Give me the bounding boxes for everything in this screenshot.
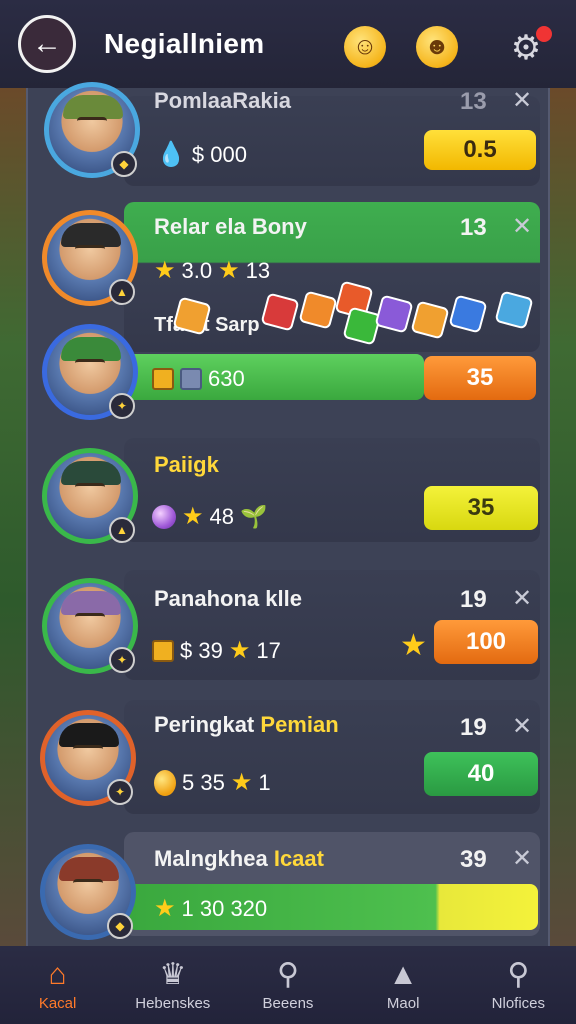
player-name: PomlaaRakia <box>154 88 291 113</box>
map-pin-icon: ▲ <box>388 957 418 991</box>
water-drop-icon: 💧 <box>156 141 186 168</box>
stars-stat: ★ 48 🌱 <box>152 502 267 531</box>
currency-stat: 💧 $ 000 <box>156 141 247 168</box>
player-number: 13 <box>460 214 487 241</box>
player-name: Paiigk <box>154 452 219 477</box>
star-icon: ★ <box>182 503 204 530</box>
stars-stat: ★ 1 30 320 <box>154 895 268 922</box>
page-title: Negiallniem <box>104 28 265 59</box>
score-badge[interactable]: 40 <box>424 752 538 796</box>
nav-item-beeens[interactable]: ⚲ Beeens <box>233 957 343 1012</box>
coins-stat: 5 35 ★ 1 <box>154 768 271 797</box>
crate-icon <box>180 368 202 390</box>
rank-badge-icon: ✦ <box>109 393 135 419</box>
back-button[interactable]: ← <box>18 15 76 73</box>
nav-item-hebenskes[interactable]: ♛ Hebenskes <box>118 957 228 1012</box>
avatar[interactable]: ✦ <box>42 324 138 420</box>
star-icon: ★ <box>230 769 253 796</box>
close-icon[interactable]: ✕ <box>512 584 532 613</box>
star-icon: ★ <box>154 895 176 922</box>
player-number: 19 <box>460 714 487 741</box>
rank-badge-icon: ◆ <box>107 913 133 939</box>
top-bar: ← Negiallniem <box>0 0 576 88</box>
coin-icon <box>154 769 176 796</box>
nav-item-kacal[interactable]: ⌂ Kacal <box>3 957 113 1012</box>
arrow-left-icon: ← <box>32 27 62 60</box>
avatar[interactable]: ▲ <box>42 448 138 544</box>
star-icon: ★ <box>400 629 427 662</box>
plant-pot-icon: 🌱 <box>240 503 268 529</box>
items-stat: 630 <box>152 366 245 392</box>
star-icon: ★ <box>218 257 240 284</box>
rank-badge-icon: ✦ <box>107 779 133 805</box>
rank-badge-icon: ✦ <box>109 647 135 673</box>
score-badge[interactable]: 0.5 <box>424 130 536 170</box>
player-number: 19 <box>460 586 487 613</box>
score-badge[interactable]: 100 <box>434 620 538 664</box>
magnifier-icon: ⚲ <box>507 957 530 991</box>
player-number: 39 <box>460 846 487 873</box>
bottom-nav: ⌂ Kacal ♛ Hebenskes ⚲ Beeens ▲ Maol ⚲ Nl… <box>0 946 576 1024</box>
star-icon: ★ <box>228 637 251 664</box>
avatar[interactable]: ▲ <box>42 210 138 306</box>
nav-item-nlofices[interactable]: ⚲ Nlofices <box>463 957 573 1012</box>
chest-icon <box>152 639 174 662</box>
avatar[interactable]: ✦ <box>40 710 136 806</box>
avatar[interactable]: ✦ <box>42 578 138 674</box>
home-icon: ⌂ <box>48 957 67 991</box>
player-number: 13 <box>460 88 487 115</box>
rank-badge-icon: ▲ <box>109 279 135 305</box>
player-name: Peringkat Pemian <box>154 712 339 737</box>
player-name: Malngkhea Icaat <box>154 846 324 871</box>
background-left <box>0 88 28 946</box>
avatar[interactable]: ◆ <box>44 82 140 178</box>
player-name: Panahona klle <box>154 586 302 611</box>
box-icon <box>152 368 174 390</box>
close-icon[interactable]: ✕ <box>512 86 532 115</box>
avatar[interactable]: ◆ <box>40 844 136 940</box>
rank-badge-icon: ◆ <box>111 151 137 177</box>
background-right <box>548 88 576 946</box>
nav-item-maol[interactable]: ▲ Maol <box>348 957 458 1012</box>
stars-stat: ★ 3.0 ★ 13 <box>154 257 271 284</box>
close-icon[interactable]: ✕ <box>512 712 532 741</box>
close-icon[interactable]: ✕ <box>512 844 532 873</box>
search-icon: ⚲ <box>276 957 299 991</box>
player-name: Relar ela Bony <box>154 214 307 239</box>
leaderboard-list[interactable]: ◆ PomlaaRakia 13 ✕ 💧 $ 000 0.5 ▲ Relar e… <box>26 82 550 946</box>
cat-icon: ♛ <box>159 957 187 991</box>
currency-stat: $ 39 ★ 17 <box>152 636 281 665</box>
orb-icon <box>152 504 176 529</box>
wink-face-icon[interactable]: ☻ <box>416 26 458 68</box>
star-icon: ★ <box>154 257 176 284</box>
close-icon[interactable]: ✕ <box>512 212 532 241</box>
rank-badge-icon: ▲ <box>109 517 135 543</box>
score-badge[interactable]: 35 <box>424 356 536 400</box>
score-badge[interactable]: 35 <box>424 486 538 530</box>
notification-dot <box>536 26 552 42</box>
smile-face-icon[interactable]: ☺ <box>344 26 386 68</box>
